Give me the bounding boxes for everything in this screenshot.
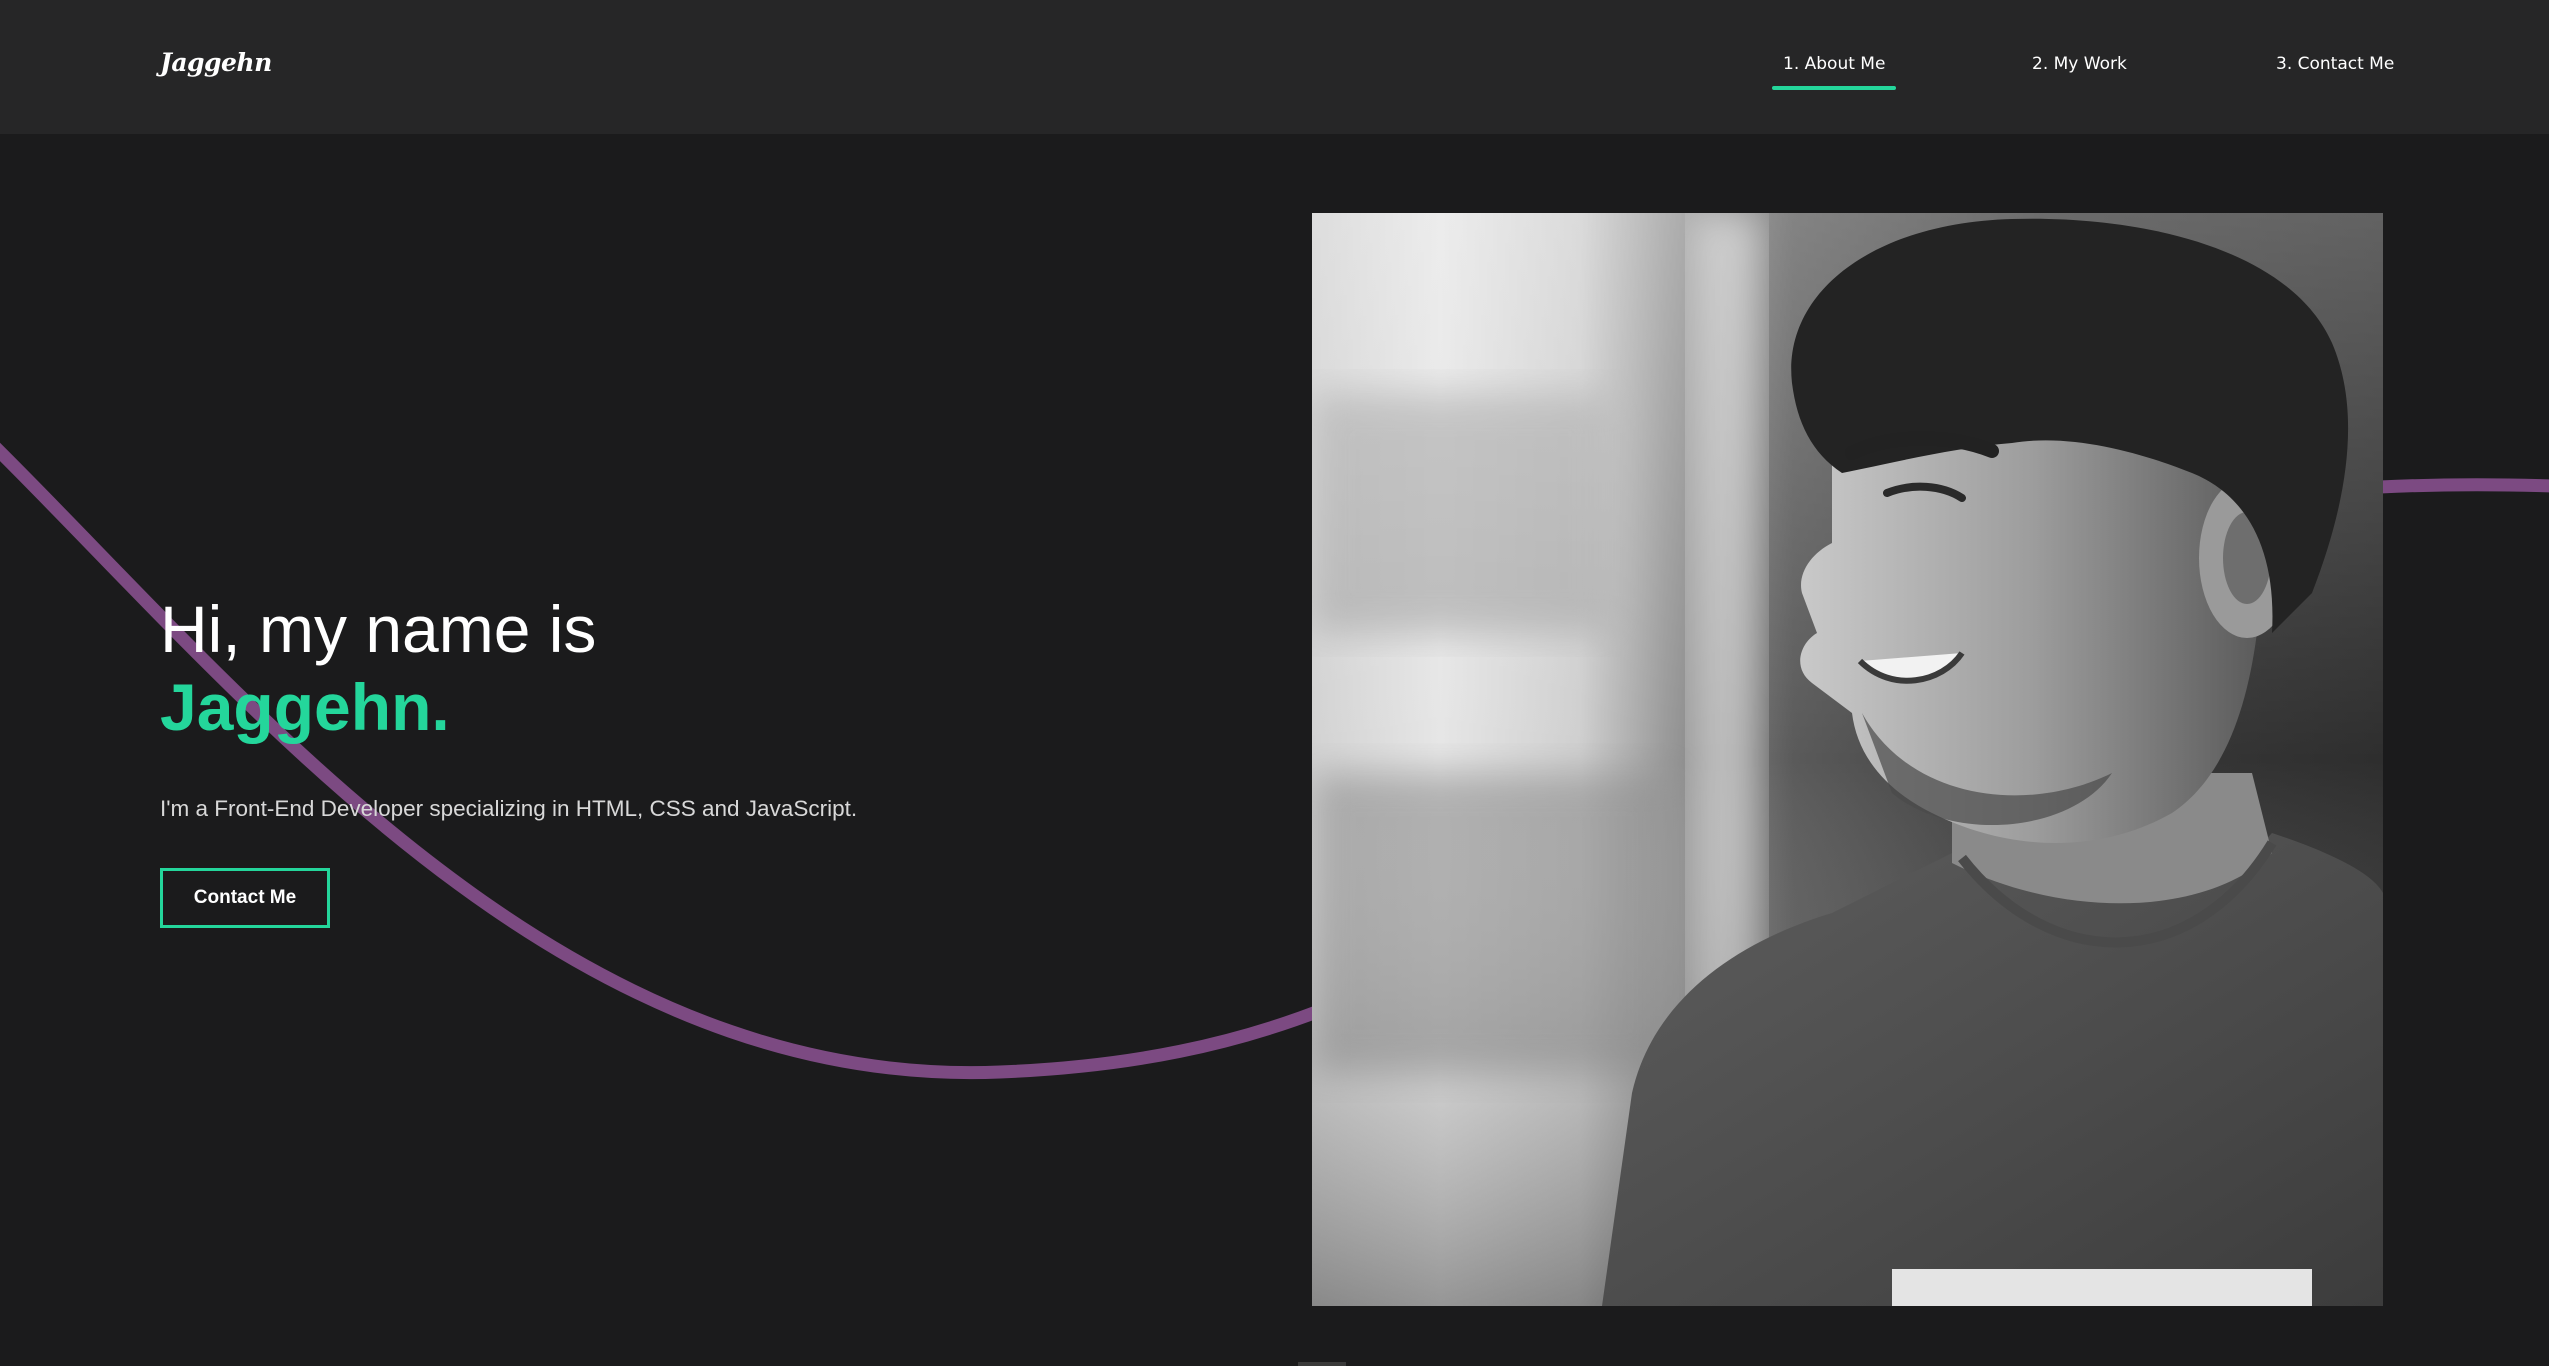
nav-my-work[interactable]: 2. My Work [2032, 54, 2127, 74]
site-logo[interactable]: Jaggehn [160, 48, 272, 77]
hero-name: Jaggehn. [160, 670, 450, 744]
page: Jaggehn 1. About Me 2. My Work 3. Contac… [0, 0, 2549, 1366]
hero-section: Hi, my name is Jaggehn. I'm a Front-End … [160, 590, 857, 928]
person-portrait-icon [1312, 213, 2383, 1306]
nav-about-me[interactable]: 1. About Me [1783, 54, 1885, 74]
hero-greeting: Hi, my name is [160, 592, 597, 666]
portrait-photo [1312, 213, 2383, 1306]
hero-tagline: I'm a Front-End Developer specializing i… [160, 796, 858, 821]
nav-active-indicator [1772, 86, 1896, 90]
nav-contact-me[interactable]: 3. Contact Me [2276, 54, 2394, 74]
contact-me-button[interactable]: Contact Me [160, 868, 330, 928]
site-header: Jaggehn 1. About Me 2. My Work 3. Contac… [0, 0, 2549, 134]
